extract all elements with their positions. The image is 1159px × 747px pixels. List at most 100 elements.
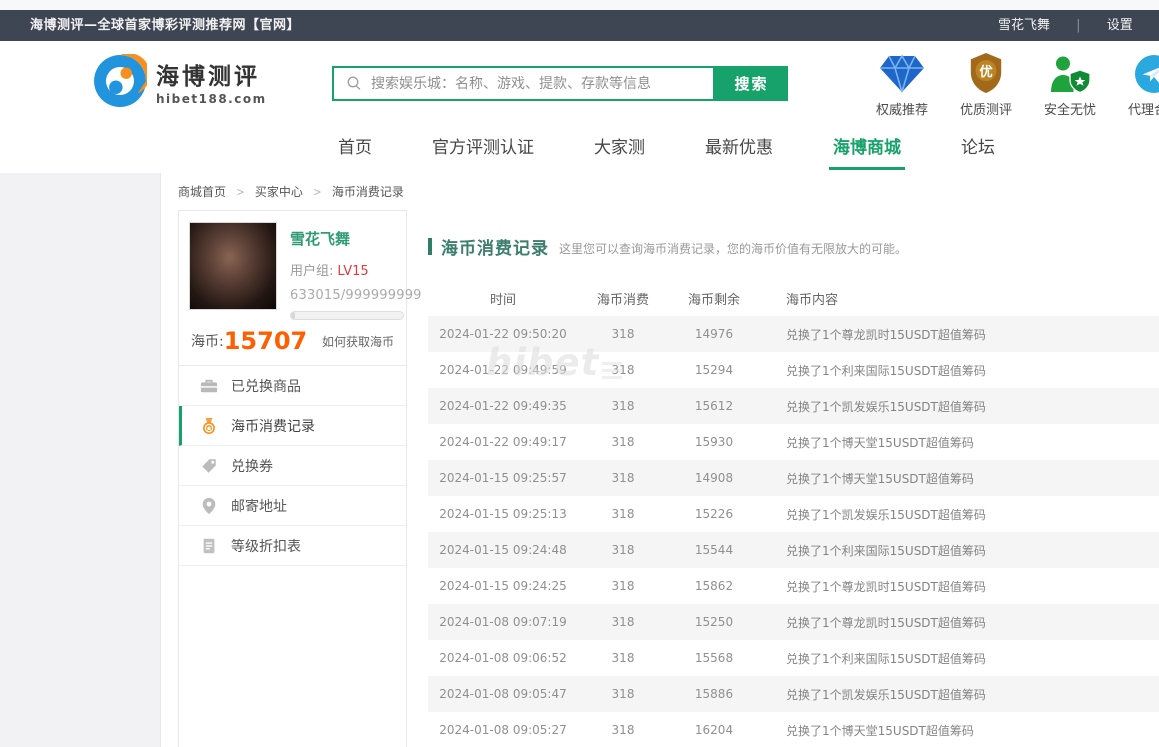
cell-coin-content: 兑换了1个尊龙凯时15USDT超值筹码 bbox=[760, 316, 1159, 352]
cell-coin-content: 兑换了1个利来国际15USDT超值筹码 bbox=[760, 640, 1159, 676]
briefcase-icon bbox=[200, 377, 218, 395]
diamond-icon bbox=[867, 50, 937, 94]
top-strip bbox=[0, 0, 1159, 10]
table-row: 2024-01-22 09:49:59 318 15294 兑换了1个利来国际1… bbox=[428, 352, 1159, 388]
cell-coin-content: 兑换了1个尊龙凯时15USDT超值筹码 bbox=[760, 604, 1159, 640]
paper-plane-icon bbox=[1119, 50, 1159, 94]
cell-time: 2024-01-22 09:50:20 bbox=[428, 316, 578, 352]
profile-card: 雪花飞舞 用户组:LV15 633015/999999999 bbox=[179, 211, 406, 320]
cell-time: 2024-01-15 09:25:57 bbox=[428, 460, 578, 496]
profile-username[interactable]: 雪花飞舞 bbox=[290, 228, 396, 249]
coin-help-link[interactable]: 如何获取海币 bbox=[322, 333, 394, 350]
sidebar-item-discount-table[interactable]: 等级折扣表 bbox=[179, 526, 406, 566]
location-pin-icon bbox=[200, 497, 218, 515]
breadcrumb-buyer-center[interactable]: 买家中心 bbox=[255, 185, 303, 199]
cell-coin-content: 兑换了1个凯发娱乐15USDT超值筹码 bbox=[760, 496, 1159, 532]
coin-value: 15707 bbox=[224, 329, 308, 353]
cell-coin-spend: 318 bbox=[578, 604, 668, 640]
nav-mall[interactable]: 海博商城 bbox=[803, 125, 931, 173]
cell-coin-spend: 318 bbox=[578, 640, 668, 676]
cell-coin-remain: 15294 bbox=[668, 352, 760, 388]
col-header-remain: 海币剩余 bbox=[668, 280, 760, 316]
topbar: 海博测评—全球首家博彩评测推荐网【官网】 雪花飞舞 | 设置 消息 bbox=[0, 10, 1159, 41]
col-header-content: 海币内容 bbox=[760, 280, 1159, 316]
cell-coin-content: 兑换了1个博天堂15USDT超值筹码 bbox=[760, 424, 1159, 460]
badge-quality[interactable]: 优 优质测评 bbox=[951, 50, 1021, 118]
cell-coin-spend: 318 bbox=[578, 460, 668, 496]
cell-time: 2024-01-22 09:49:35 bbox=[428, 388, 578, 424]
sidebar-panel: 雪花飞舞 用户组:LV15 633015/999999999 海币: 15707… bbox=[178, 210, 407, 747]
cell-time: 2024-01-22 09:49:59 bbox=[428, 352, 578, 388]
sidebar-item-redeemed-goods[interactable]: 已兑换商品 bbox=[179, 366, 406, 406]
cell-coin-content: 兑换了1个凯发娱乐15USDT超值筹码 bbox=[760, 388, 1159, 424]
nav-latest-offers[interactable]: 最新优惠 bbox=[675, 125, 803, 173]
cell-time: 2024-01-15 09:25:13 bbox=[428, 496, 578, 532]
cell-time: 2024-01-22 09:49:17 bbox=[428, 424, 578, 460]
exp-progress-bar bbox=[290, 311, 404, 320]
search-button[interactable]: 搜索 bbox=[715, 66, 788, 101]
exp-progress-fill bbox=[291, 312, 295, 319]
cell-coin-content: 兑换了1个博天堂15USDT超值筹码 bbox=[760, 712, 1159, 747]
nav-everyone-tests[interactable]: 大家测 bbox=[564, 125, 675, 173]
main-panel: 海币消费记录 这里您可以查询海币消费记录，您的海币价值有无限放大的可能。 时间 … bbox=[420, 210, 1159, 747]
coin-label: 海币: bbox=[191, 331, 224, 351]
trust-badges: 权威推荐 优 优质测评 安全无忧 bbox=[867, 50, 1159, 118]
breadcrumb-mall-home[interactable]: 商城首页 bbox=[178, 185, 226, 199]
table-row: 2024-01-08 09:05:47 318 15886 兑换了1个凯发娱乐1… bbox=[428, 676, 1159, 712]
badge-agent[interactable]: 代理合作 bbox=[1119, 50, 1159, 118]
cell-coin-spend: 318 bbox=[578, 424, 668, 460]
col-header-spend: 海币消费 bbox=[578, 280, 668, 316]
cell-coin-spend: 318 bbox=[578, 532, 668, 568]
search-bar: 搜索 bbox=[332, 66, 788, 101]
topbar-username-link[interactable]: 雪花飞舞 bbox=[998, 18, 1050, 33]
sidebar-item-coin-records[interactable]: 海币消费记录 bbox=[179, 406, 406, 446]
table-row: 2024-01-15 09:25:13 318 15226 兑换了1个凯发娱乐1… bbox=[428, 496, 1159, 532]
cell-coin-remain: 15250 bbox=[668, 604, 760, 640]
sidebar-item-label: 海币消费记录 bbox=[231, 416, 315, 436]
usergroup-label: 用户组: bbox=[290, 264, 333, 279]
tag-icon bbox=[200, 457, 218, 475]
site-logo[interactable]: 海博测评 hibet188.com bbox=[93, 54, 267, 108]
logo-icon bbox=[93, 54, 147, 108]
cell-coin-remain: 15226 bbox=[668, 496, 760, 532]
page-title: 海币消费记录 bbox=[441, 234, 549, 259]
sidebar-item-vouchers[interactable]: 兑换券 bbox=[179, 446, 406, 486]
cell-coin-spend: 318 bbox=[578, 712, 668, 747]
page-body: 商城首页 > 买家中心 > 海币消费记录 雪花飞舞 用户组:LV15 63301… bbox=[0, 173, 1159, 747]
main-nav: 首页 官方评测认证 大家测 最新优惠 海博商城 论坛 bbox=[0, 125, 1159, 173]
topbar-settings-link[interactable]: 设置 bbox=[1107, 18, 1133, 33]
table-body: 2024-01-22 09:50:20 318 14976 兑换了1个尊龙凯时1… bbox=[428, 316, 1159, 747]
badge-safety[interactable]: 安全无忧 bbox=[1035, 50, 1105, 118]
badge-authority[interactable]: 权威推荐 bbox=[867, 50, 937, 118]
table-row: 2024-01-15 09:25:57 318 14908 兑换了1个博天堂15… bbox=[428, 460, 1159, 496]
table-row: 2024-01-22 09:50:20 318 14976 兑换了1个尊龙凯时1… bbox=[428, 316, 1159, 352]
cell-coin-spend: 318 bbox=[578, 676, 668, 712]
medal-icon bbox=[200, 417, 218, 435]
cell-coin-remain: 15930 bbox=[668, 424, 760, 460]
search-box bbox=[332, 66, 715, 101]
usergroup-level: LV15 bbox=[337, 264, 368, 279]
nav-home[interactable]: 首页 bbox=[308, 125, 402, 173]
sidebar-item-label: 兑换券 bbox=[231, 456, 273, 476]
nav-forum[interactable]: 论坛 bbox=[931, 125, 1025, 173]
cell-coin-content: 兑换了1个利来国际15USDT超值筹码 bbox=[760, 352, 1159, 388]
content-area: 雪花飞舞 用户组:LV15 633015/999999999 海币: 15707… bbox=[178, 210, 1159, 747]
table-header-row: 时间 海币消费 海币剩余 海币内容 bbox=[428, 280, 1159, 316]
sidebar-item-label: 邮寄地址 bbox=[231, 496, 287, 516]
nav-official-review[interactable]: 官方评测认证 bbox=[402, 125, 564, 173]
search-input[interactable] bbox=[371, 68, 713, 99]
cell-coin-content: 兑换了1个博天堂15USDT超值筹码 bbox=[760, 460, 1159, 496]
cell-time: 2024-01-08 09:05:47 bbox=[428, 676, 578, 712]
search-icon bbox=[346, 75, 363, 92]
cell-time: 2024-01-08 09:06:52 bbox=[428, 640, 578, 676]
cell-coin-spend: 318 bbox=[578, 496, 668, 532]
cell-time: 2024-01-15 09:24:48 bbox=[428, 532, 578, 568]
avatar[interactable] bbox=[189, 222, 277, 310]
table-row: 2024-01-08 09:05:27 318 16204 兑换了1个博天堂15… bbox=[428, 712, 1159, 747]
cell-coin-remain: 16204 bbox=[668, 712, 760, 747]
cell-coin-remain: 15612 bbox=[668, 388, 760, 424]
site-header: 海博测评 hibet188.com 搜索 权威推荐 bbox=[0, 41, 1159, 125]
coin-row: 海币: 15707 如何获取海币 bbox=[179, 320, 406, 365]
sidebar-item-mailing-address[interactable]: 邮寄地址 bbox=[179, 486, 406, 526]
left-background-rail bbox=[0, 173, 161, 747]
